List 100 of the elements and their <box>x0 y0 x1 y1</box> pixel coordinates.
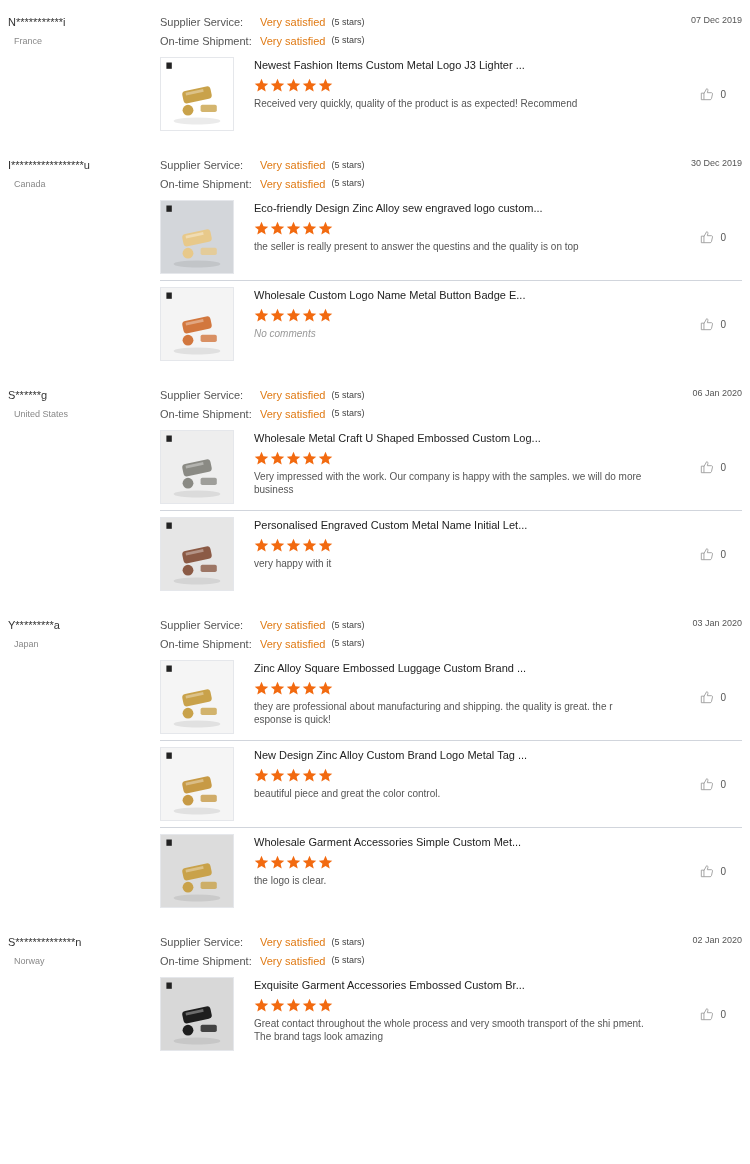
star-icon <box>302 767 317 783</box>
rating-label: Supplier Service: <box>160 388 245 403</box>
thumbs-up-icon[interactable] <box>700 230 715 244</box>
star-icon <box>302 77 317 93</box>
rating-label: On-time Shipment: <box>160 176 253 192</box>
reviewer-country: Canada <box>13 177 47 191</box>
star-icon <box>254 854 269 870</box>
product-title-link[interactable]: Wholesale Garment Accessories Simple Custom Met... <box>254 834 681 851</box>
product-title-link[interactable]: Newest Fashion Items Custom Metal Logo J3 Lighter ... <box>254 57 681 74</box>
rating-stars-text: (5 stars) <box>331 618 365 632</box>
star-icon <box>270 854 285 870</box>
thumbs-up-icon[interactable] <box>700 460 715 474</box>
rating-stars-text: (5 stars) <box>331 637 365 650</box>
product-title-link[interactable]: Wholesale Custom Logo Name Metal Button Badge E... <box>254 287 681 304</box>
star-icon <box>254 680 269 696</box>
star-icon <box>254 77 269 93</box>
thumbs-up-icon[interactable] <box>700 864 715 878</box>
star-icon <box>286 854 301 870</box>
rating-value: Very satisfied <box>260 15 326 30</box>
rating-label: Supplier Service: <box>160 618 245 633</box>
star-icon <box>286 307 301 323</box>
star-icon <box>286 680 301 696</box>
thumbs-up-icon[interactable] <box>700 777 715 791</box>
star-icon <box>318 537 333 553</box>
rating-value: Very satisfied <box>260 636 326 652</box>
reviewer-country: France <box>13 34 43 48</box>
rating-label: Supplier Service: <box>160 15 245 30</box>
like-count: 0 <box>720 547 726 562</box>
like-count: 0 <box>720 460 726 475</box>
star-icon <box>302 680 317 696</box>
star-icon <box>302 307 317 323</box>
reviewer-name: S**************n <box>8 935 83 950</box>
star-icon <box>270 450 285 466</box>
like-count: 0 <box>720 87 726 102</box>
star-icon <box>270 997 285 1013</box>
like-count: 0 <box>720 317 726 332</box>
star-icon <box>254 307 269 323</box>
review-comment: the seller is really present to answer the questins and the quality is on top <box>254 239 580 253</box>
thumbs-up-icon[interactable] <box>700 690 715 704</box>
thumbs-up-icon[interactable] <box>700 1007 715 1021</box>
like-count: 0 <box>720 690 726 705</box>
rating-value: Very satisfied <box>260 618 326 633</box>
star-icon <box>302 220 317 236</box>
star-icon <box>286 450 301 466</box>
thumbs-up-icon[interactable] <box>700 547 715 561</box>
thumbs-up-icon[interactable] <box>700 317 715 331</box>
reviewer-name: S******g <box>8 388 49 403</box>
star-icon <box>302 997 317 1013</box>
review-comment: very happy with it <box>254 556 333 570</box>
rating-value: Very satisfied <box>260 388 326 403</box>
rating-label: On-time Shipment: <box>160 406 253 422</box>
star-icon <box>270 680 285 696</box>
star-icon <box>318 77 333 93</box>
star-icon <box>270 307 285 323</box>
star-icon <box>318 680 333 696</box>
rating-stars-text: (5 stars) <box>331 935 365 949</box>
like-count: 0 <box>720 230 726 245</box>
rating-value: Very satisfied <box>260 33 326 49</box>
product-title-link[interactable]: Exquisite Garment Accessories Embossed Custom Br... <box>254 977 681 994</box>
rating-stars-text: (5 stars) <box>331 15 365 29</box>
like-count: 0 <box>720 777 726 792</box>
product-title-link[interactable]: Wholesale Metal Craft U Shaped Embossed Custom Log... <box>254 430 681 447</box>
rating-stars-text: (5 stars) <box>331 158 365 172</box>
star-icon <box>254 997 269 1013</box>
reviewer-name: N***********i <box>8 15 67 30</box>
reviewer-name: Y*********a <box>8 618 61 633</box>
rating-value: Very satisfied <box>260 158 326 173</box>
rating-label: Supplier Service: <box>160 935 245 950</box>
reviewer-country: United States <box>13 407 70 421</box>
rating-label: On-time Shipment: <box>160 636 253 652</box>
review-comment: they are professional about manufacturing and shipping. the quality is great. the r esponse is quick! <box>254 699 614 726</box>
star-icon <box>318 450 333 466</box>
product-title-link[interactable]: Zinc Alloy Square Embossed Luggage Custom Brand ... <box>254 660 681 677</box>
rating-stars-text: (5 stars) <box>331 34 365 47</box>
review-date: 30 Dec 2019 <box>690 157 742 170</box>
review-comment: beautiful piece and great the color control. <box>254 786 442 800</box>
star-icon <box>286 767 301 783</box>
like-count: 0 <box>720 864 726 879</box>
reviewer-country: Japan <box>13 637 40 651</box>
rating-stars-text: (5 stars) <box>331 177 365 190</box>
star-icon <box>318 997 333 1013</box>
reviewer-name: I*****************u <box>8 158 91 173</box>
product-title-link[interactable]: Eco-friendly Design Zinc Alloy sew engraved logo custom... <box>254 200 681 217</box>
star-icon <box>318 854 333 870</box>
star-icon <box>270 537 285 553</box>
rating-value: Very satisfied <box>260 953 326 969</box>
star-icon <box>302 450 317 466</box>
product-title-link[interactable]: Personalised Engraved Custom Metal Name Initial Let... <box>254 517 681 534</box>
star-icon <box>318 307 333 323</box>
rating-label: Supplier Service: <box>160 158 245 173</box>
star-icon <box>254 537 269 553</box>
star-icon <box>318 767 333 783</box>
star-icon <box>254 767 269 783</box>
star-icon <box>286 997 301 1013</box>
review-comment: No comments <box>254 326 317 340</box>
rating-value: Very satisfied <box>260 406 326 422</box>
star-icon <box>302 854 317 870</box>
rating-stars-text: (5 stars) <box>331 407 365 420</box>
thumbs-up-icon[interactable] <box>700 87 715 101</box>
product-title-link[interactable]: New Design Zinc Alloy Custom Brand Logo Metal Tag ... <box>254 747 681 764</box>
